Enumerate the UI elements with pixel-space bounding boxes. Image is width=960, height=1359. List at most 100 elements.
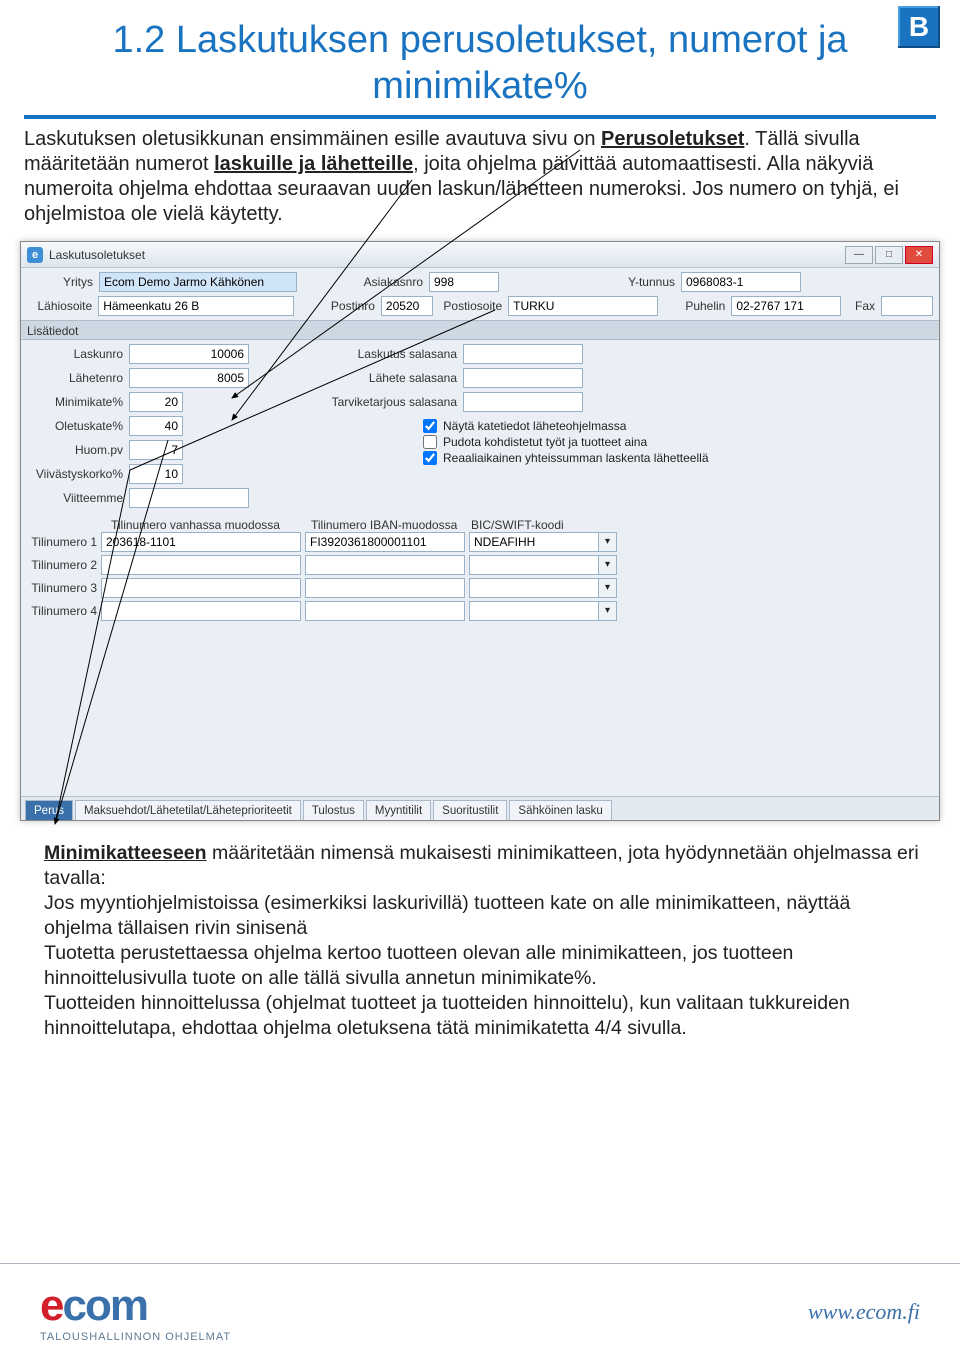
checkbox-pudota-label: Pudota kohdistetut työt ja tuotteet aina bbox=[443, 435, 647, 449]
tili1-iban[interactable] bbox=[305, 532, 465, 552]
postinro-input[interactable] bbox=[381, 296, 433, 316]
tili2-bic-dropdown[interactable]: ▾ bbox=[599, 555, 617, 575]
tab-myyntitilit[interactable]: Myyntitilit bbox=[366, 800, 431, 820]
checkbox-reaali-label: Reaaliaikainen yhteissumman laskenta läh… bbox=[443, 451, 709, 465]
checkbox-katetiedot-label: Näytä katetiedot läheteohjelmassa bbox=[443, 419, 626, 433]
tilihead-iban: Tilinumero IBAN-muodossa bbox=[307, 518, 467, 532]
oletuskate-input[interactable] bbox=[129, 416, 183, 436]
intro-lahetteille: lähetteille bbox=[321, 153, 413, 175]
tili2-bic[interactable] bbox=[469, 555, 599, 575]
footer-url: www.ecom.fi bbox=[808, 1299, 920, 1325]
logo-sub: TALOUSHALLINNON OHJELMAT bbox=[40, 1331, 231, 1343]
postiosoite-input[interactable] bbox=[508, 296, 658, 316]
postinro-label: Postinro bbox=[300, 299, 375, 313]
checkbox-reaali[interactable]: Reaaliaikainen yhteissumman laskenta läh… bbox=[423, 450, 933, 466]
body-mk: Minimikatteeseen bbox=[44, 842, 207, 864]
postiosoite-label: Postiosoite bbox=[439, 299, 502, 313]
tili4-bic-dropdown[interactable]: ▾ bbox=[599, 601, 617, 621]
yritys-input[interactable] bbox=[99, 272, 297, 292]
tili1-old[interactable] bbox=[101, 532, 301, 552]
tili4-iban[interactable] bbox=[305, 601, 465, 621]
huompv-input[interactable] bbox=[129, 440, 183, 460]
window-title: Laskutusoletukset bbox=[49, 248, 839, 262]
body-p4: Tuotteiden hinnoittelussa (ohjelmat tuot… bbox=[44, 992, 850, 1039]
tab-maksuehdot[interactable]: Maksuehdot/Lähetetilat/Läheteprioriteeti… bbox=[75, 800, 301, 820]
minimikate-input[interactable] bbox=[129, 392, 183, 412]
tabs-bar: Perus Maksuehdot/Lähetetilat/Läheteprior… bbox=[21, 796, 939, 820]
ytunnus-input[interactable] bbox=[681, 272, 801, 292]
checkbox-pudota[interactable]: Pudota kohdistetut työt ja tuotteet aina bbox=[423, 434, 933, 450]
puhelin-label: Puhelin bbox=[664, 299, 725, 313]
tili4-bic[interactable] bbox=[469, 601, 599, 621]
tili3-old[interactable] bbox=[101, 578, 301, 598]
minimize-button[interactable]: — bbox=[845, 246, 873, 264]
body-p2: Jos myyntiohjelmistoissa (esimerkiksi la… bbox=[44, 892, 850, 939]
tab-sahkoinen[interactable]: Sähköinen lasku bbox=[509, 800, 611, 820]
oletuskate-label: Oletuskate% bbox=[27, 419, 123, 433]
tili1-bic-dropdown[interactable]: ▾ bbox=[599, 532, 617, 552]
intro-perus: Perusoletukset bbox=[601, 128, 744, 150]
checkbox-pudota-box[interactable] bbox=[423, 435, 437, 449]
body-p3: Tuotetta perustettaessa ohjelma kertoo t… bbox=[44, 942, 793, 989]
laskunro-input[interactable] bbox=[129, 344, 249, 364]
intro-paragraph: Laskutuksen oletusikkunan ensimmäinen es… bbox=[24, 127, 936, 227]
footer: ecom TALOUSHALLINNON OHJELMAT www.ecom.f… bbox=[0, 1263, 960, 1359]
tili3-bic[interactable] bbox=[469, 578, 599, 598]
tab-suoritustilit[interactable]: Suoritustilit bbox=[433, 800, 507, 820]
viivkorko-input[interactable] bbox=[129, 464, 183, 484]
checkbox-katetiedot-box[interactable] bbox=[423, 419, 437, 433]
tilihead-bic: BIC/SWIFT-koodi bbox=[467, 518, 617, 532]
maximize-button[interactable]: □ bbox=[875, 246, 903, 264]
laskutus-pw-label: Laskutus salasana bbox=[317, 347, 457, 361]
yritys-label: Yritys bbox=[27, 275, 93, 289]
asiakasnro-input[interactable] bbox=[429, 272, 499, 292]
intro-t1: Laskutuksen oletusikkunan ensimmäinen es… bbox=[24, 128, 601, 150]
laskunro-label: Laskunro bbox=[27, 347, 123, 361]
app-icon: e bbox=[27, 247, 43, 263]
tili2-label: Tilinumero 2 bbox=[27, 558, 97, 572]
tili4-label: Tilinumero 4 bbox=[27, 604, 97, 618]
checkbox-katetiedot[interactable]: Näytä katetiedot läheteohjelmassa bbox=[423, 418, 933, 434]
asiakasnro-label: Asiakasnro bbox=[303, 275, 423, 289]
logo-e: e bbox=[40, 1281, 62, 1330]
intro-laskuille: laskuille ja bbox=[214, 153, 321, 175]
corner-badge: B bbox=[898, 6, 940, 48]
laskutus-pw-input[interactable] bbox=[463, 344, 583, 364]
tili1-bic[interactable] bbox=[469, 532, 599, 552]
page-title: 1.2 Laskutuksen perusoletukset, numerot … bbox=[24, 18, 936, 119]
viitteemme-input[interactable] bbox=[129, 488, 249, 508]
tili3-bic-dropdown[interactable]: ▾ bbox=[599, 578, 617, 598]
tab-perus[interactable]: Perus bbox=[25, 800, 73, 820]
tilihead-vanhassa: Tilinumero vanhassa muodossa bbox=[107, 518, 307, 532]
lahete-pw-label: Lähete salasana bbox=[317, 371, 457, 385]
body-paragraph: Minimikatteeseen määritetään nimensä muk… bbox=[24, 821, 936, 1041]
ytunnus-label: Y-tunnus bbox=[505, 275, 675, 289]
screenshot-window: e Laskutusoletukset — □ ✕ Yritys Asiakas… bbox=[20, 241, 940, 821]
tarjous-pw-input[interactable] bbox=[463, 392, 583, 412]
viitteemme-label: Viitteemme bbox=[27, 491, 123, 505]
tili2-iban[interactable] bbox=[305, 555, 465, 575]
lahiosoite-input[interactable] bbox=[98, 296, 294, 316]
tab-tulostus[interactable]: Tulostus bbox=[303, 800, 364, 820]
lahetenro-input[interactable] bbox=[129, 368, 249, 388]
logo-com: com bbox=[62, 1281, 146, 1330]
section-lisatiedot: Lisätiedot bbox=[21, 320, 939, 340]
lahiosoite-label: Lähiosoite bbox=[27, 299, 92, 313]
close-button[interactable]: ✕ bbox=[905, 246, 933, 264]
tarjous-pw-label: Tarviketarjous salasana bbox=[317, 395, 457, 409]
viivkorko-label: Viivästyskorko% bbox=[27, 467, 123, 481]
tili2-old[interactable] bbox=[101, 555, 301, 575]
tili3-iban[interactable] bbox=[305, 578, 465, 598]
tili3-label: Tilinumero 3 bbox=[27, 581, 97, 595]
tili1-label: Tilinumero 1 bbox=[27, 535, 97, 549]
fax-input[interactable] bbox=[881, 296, 933, 316]
tili4-old[interactable] bbox=[101, 601, 301, 621]
window-titlebar: e Laskutusoletukset — □ ✕ bbox=[21, 242, 939, 268]
lahete-pw-input[interactable] bbox=[463, 368, 583, 388]
fax-label: Fax bbox=[847, 299, 875, 313]
huompv-label: Huom.pv bbox=[27, 443, 123, 457]
lahetenro-label: Lähetenro bbox=[27, 371, 123, 385]
checkbox-reaali-box[interactable] bbox=[423, 451, 437, 465]
puhelin-input[interactable] bbox=[731, 296, 841, 316]
ecom-logo: ecom TALOUSHALLINNON OHJELMAT bbox=[40, 1281, 231, 1343]
